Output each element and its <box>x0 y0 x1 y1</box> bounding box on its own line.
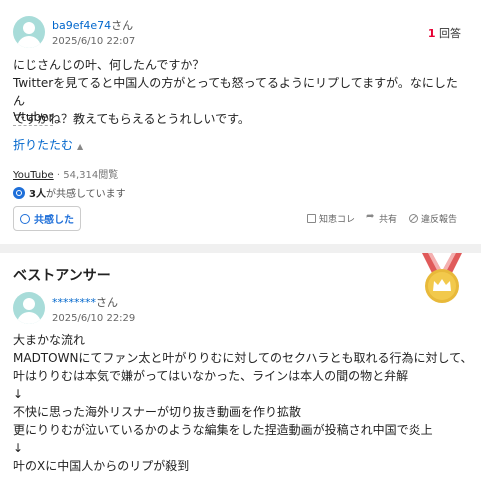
empathy-text: が共感しています <box>45 189 126 200</box>
answer-line: 叶のXに中国人からのリプが殺到 <box>13 459 190 473</box>
answers-count-number: 1 <box>427 27 436 40</box>
answer-date: 2025/6/10 22:29 <box>52 313 136 324</box>
question-body: にじさんじの叶、何したんですか？ Twitterを見てると中国人の方がとっても怒… <box>13 56 468 128</box>
empathy-icon <box>13 186 25 199</box>
share-button[interactable]: 共有 <box>366 211 397 225</box>
question-honorific: さん <box>111 19 134 32</box>
answer-body: 大まかな流れ MADTOWNにてファン太と叶がりりむに対してのセクハラとも取れる… <box>13 331 473 475</box>
answer-username[interactable]: ******** <box>52 296 96 309</box>
share-icon <box>366 211 376 223</box>
bookmark-icon <box>306 214 316 223</box>
question-date: 2025/6/10 22:07 <box>52 36 136 47</box>
question-username[interactable]: ba9ef4e74 <box>52 19 111 32</box>
view-count: 54,314閲覧 <box>63 170 119 181</box>
answers-count-label: 回答 <box>439 27 461 40</box>
best-answer-title: ベストアンサー <box>13 268 111 284</box>
answer-line: ↓ <box>13 387 24 401</box>
empathy-count: 3人 <box>29 189 46 200</box>
report-icon <box>408 214 418 223</box>
bookmark-button[interactable]: 知恵コレ <box>306 212 355 225</box>
bookmark-label: 知恵コレ <box>318 215 355 225</box>
empathy-button-label: 共感した <box>34 215 74 226</box>
answer-line: ↓ <box>13 441 24 455</box>
chevron-up-icon: ▲ <box>77 142 84 151</box>
answer-author: ********さん <box>52 294 118 310</box>
crown-medal-icon <box>422 253 462 303</box>
question-line: にじさんじの叶、何したんですか？ <box>13 58 205 72</box>
question-card: ba9ef4e74さん 2025/6/10 22:07 1 回答 にじさんじの叶… <box>0 0 481 244</box>
answer-line: 更にりりむが泣いているかのような編集をした捏造動画が投稿され中国で炎上 <box>13 423 433 437</box>
answer-line: 大まかな流れ <box>13 333 86 347</box>
answer-honorific: さん <box>96 296 118 309</box>
category-info: YouTube · 54,314閲覧 <box>13 170 119 181</box>
share-label: 共有 <box>378 215 397 225</box>
answer-avatar-icon[interactable] <box>13 292 45 324</box>
answer-line: MADTOWNにてファン太と叶がりりむに対してのセクハラとも取れる行為に対して、 <box>13 351 473 365</box>
empathy-button-icon <box>20 213 30 224</box>
user-avatar-icon[interactable] <box>13 16 45 48</box>
question-tag[interactable]: Vtuber <box>13 110 54 126</box>
fold-label: 折りたたむ <box>13 138 74 152</box>
report-label: 違反報告 <box>420 215 457 225</box>
answer-line: 不快に思った海外リスナーが切り抜き動画を作り拡散 <box>13 405 302 419</box>
category-link[interactable]: YouTube <box>13 170 54 181</box>
answer-line: 叶はりりむは本気で嫌がってはいなかった、ラインは本人の間の物と弁解 <box>13 369 409 383</box>
question-line: ですかね？教えてもらえるとうれしいです。 <box>13 112 250 126</box>
question-line: Twitterを見てると中国人の方がとっても怒ってるようにリプしてますが。なにし… <box>13 76 458 108</box>
answers-count: 1 回答 <box>428 25 461 41</box>
empathy-summary: 3人 が共感しています <box>13 185 126 200</box>
fold-button[interactable]: 折りたたむ ▲ <box>13 136 83 153</box>
question-actions: 知恵コレ 共有 違反報告 <box>306 211 457 225</box>
question-author: ba9ef4e74さん <box>52 17 133 33</box>
empathy-button[interactable]: 共感した <box>13 206 81 231</box>
report-button[interactable]: 違反報告 <box>408 212 457 225</box>
